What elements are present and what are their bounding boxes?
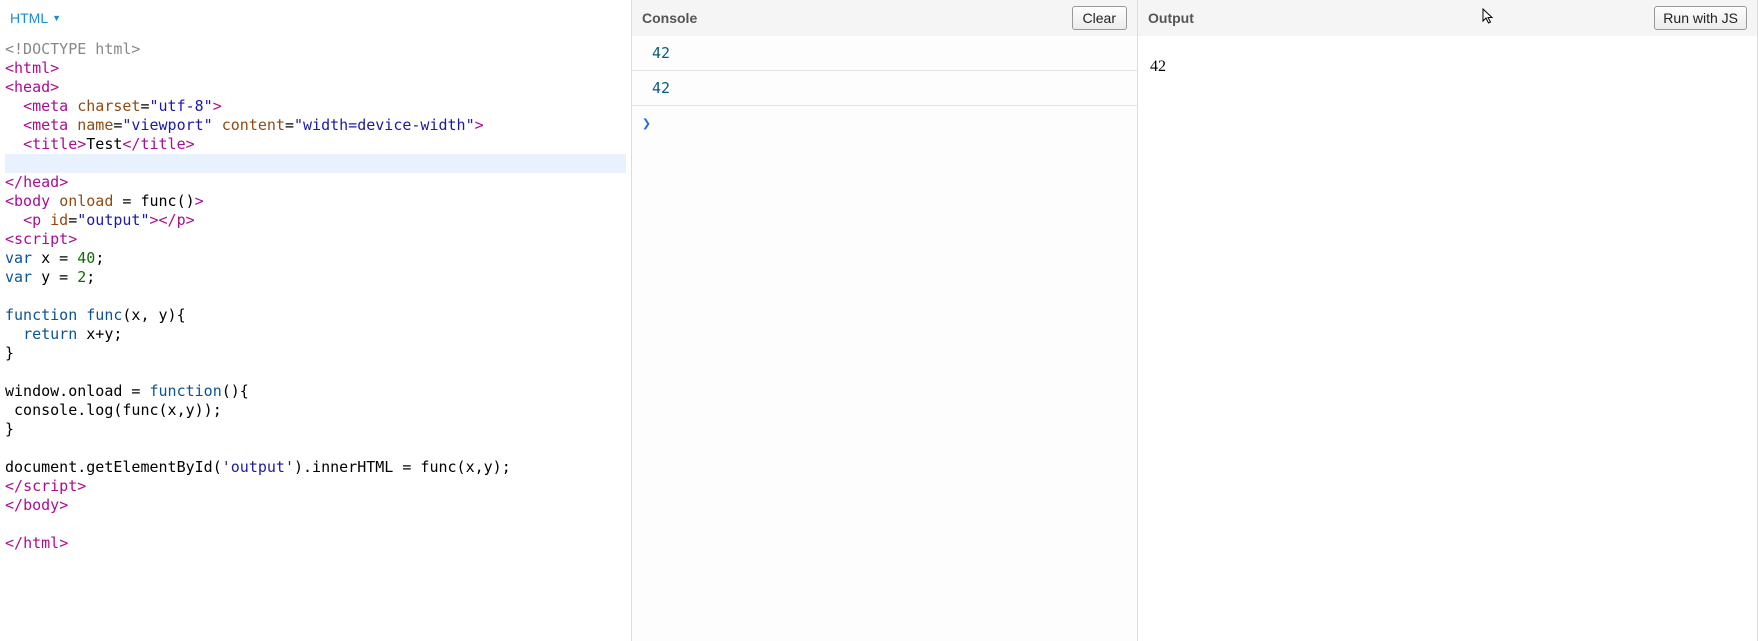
code-line[interactable]: }: [5, 420, 626, 439]
output-panel: Output Run with JS 42: [1138, 0, 1758, 641]
clear-button[interactable]: Clear: [1072, 6, 1127, 30]
console-prompt[interactable]: ❯: [632, 106, 1137, 140]
code-line[interactable]: <!DOCTYPE html>: [5, 40, 626, 59]
language-label: HTML: [10, 10, 48, 26]
console-title: Console: [642, 10, 697, 26]
code-line[interactable]: }: [5, 344, 626, 363]
code-line[interactable]: [5, 287, 626, 306]
output-text: 42: [1150, 58, 1166, 75]
output-header: Output Run with JS: [1138, 0, 1757, 36]
code-editor[interactable]: <!DOCTYPE html><html><head> <meta charse…: [0, 36, 631, 641]
code-line[interactable]: [5, 154, 626, 173]
output-title: Output: [1148, 10, 1194, 26]
chevron-down-icon: ▼: [52, 13, 61, 23]
console-panel: Console Clear 4242❯: [632, 0, 1138, 641]
code-line[interactable]: <meta name="viewport" content="width=dev…: [5, 116, 626, 135]
code-line[interactable]: </html>: [5, 534, 626, 553]
code-line[interactable]: <html>: [5, 59, 626, 78]
run-with-js-button[interactable]: Run with JS: [1654, 6, 1747, 30]
code-line[interactable]: <body onload = func()>: [5, 192, 626, 211]
code-line[interactable]: </script>: [5, 477, 626, 496]
code-line[interactable]: [5, 515, 626, 534]
code-line[interactable]: <meta charset="utf-8">: [5, 97, 626, 116]
code-line[interactable]: function func(x, y){: [5, 306, 626, 325]
code-line[interactable]: [5, 363, 626, 382]
language-selector[interactable]: HTML ▼: [10, 10, 61, 26]
code-line[interactable]: document.getElementById('output').innerH…: [5, 458, 626, 477]
code-line[interactable]: var x = 40;: [5, 249, 626, 268]
editor-header: HTML ▼: [0, 0, 631, 36]
console-log-entry: 42: [632, 71, 1137, 106]
code-line[interactable]: <title>Test</title>: [5, 135, 626, 154]
code-line[interactable]: <head>: [5, 78, 626, 97]
code-line[interactable]: <script>: [5, 230, 626, 249]
output-body: 42: [1138, 36, 1757, 641]
editor-panel: HTML ▼ <!DOCTYPE html><html><head> <meta…: [0, 0, 632, 641]
console-header: Console Clear: [632, 0, 1137, 36]
code-line[interactable]: </head>: [5, 173, 626, 192]
code-line[interactable]: <p id="output"></p>: [5, 211, 626, 230]
code-line[interactable]: </body>: [5, 496, 626, 515]
code-line[interactable]: [5, 439, 626, 458]
code-line[interactable]: return x+y;: [5, 325, 626, 344]
code-line[interactable]: var y = 2;: [5, 268, 626, 287]
console-body[interactable]: 4242❯: [632, 36, 1137, 641]
console-log-entry: 42: [632, 36, 1137, 71]
code-line[interactable]: console.log(func(x,y));: [5, 401, 626, 420]
code-line[interactable]: window.onload = function(){: [5, 382, 626, 401]
